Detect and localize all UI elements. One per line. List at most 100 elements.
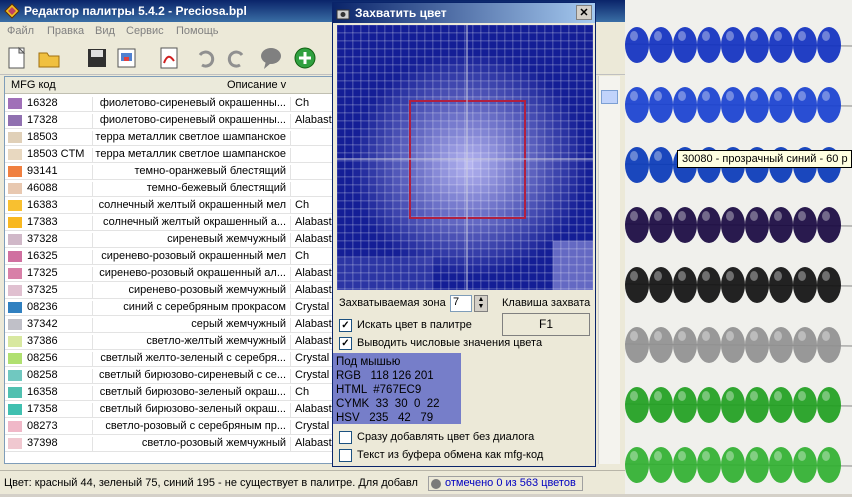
undo-icon[interactable] [192,45,218,71]
clipboard-mfg-checkbox[interactable] [339,449,352,462]
bead-highlight [726,391,734,401]
bead [673,87,697,123]
table-row[interactable]: 18503 CTM терра металлик светлое шампанск… [5,146,333,163]
bead [625,207,649,243]
type-cell: Crystal [295,301,330,313]
bead [673,267,697,303]
color-swatch [8,132,22,143]
table-row[interactable]: 16325 сиренево-розовый окрашенный мел Ch [5,248,333,265]
numeric-values-label: Выводить числовые значения цвета [357,337,543,349]
table-row[interactable]: 16328 фиолетово-сиреневый окрашенны... Ch [5,95,333,112]
table-row[interactable]: 17328 фиолетово-сиреневый окрашенны... Ala… [5,112,333,129]
table-row[interactable]: 37328 сиреневый жемчужный Alabast [5,231,333,248]
status-text: Цвет: красный 44, зеленый 75, синий 195 … [4,477,418,489]
add-without-dialog-checkbox[interactable] [339,431,352,444]
table-row[interactable]: 37386 светло-желтый жемчужный Alabast [5,333,333,350]
type-cell: Alabast [295,335,332,347]
type-cell: Alabast [295,267,332,279]
type-cell: Crystal [295,420,330,432]
bead-highlight [678,91,686,101]
type-cell [295,165,333,180]
menu-tools[interactable]: Сервис [126,25,164,37]
save-icon[interactable] [84,45,110,71]
bead [745,87,769,123]
type-cell: Alabast [295,437,332,449]
color-swatch [8,285,22,296]
table-row[interactable]: 37342 серый жемчужный Alabast [5,316,333,333]
bead [625,267,649,303]
bead [745,387,769,423]
zone-spinner[interactable]: ▲ ▼ [474,295,488,312]
table-row[interactable]: 08273 светло-розовый с серебряным пр... Cr… [5,418,333,435]
bead [817,387,841,423]
bead [673,327,697,363]
table-row[interactable]: 17325 сиренево-розовый окрашенный ал... Al… [5,265,333,282]
bead [649,87,673,123]
table-row[interactable]: 08256 светлый желто-зеленый с серебря... C… [5,350,333,367]
col-header-desc[interactable]: Описание v [227,79,286,91]
table-row[interactable]: 16358 светлый бирюзово-зеленый окраш... Ch [5,384,333,401]
table-row[interactable]: 37398 светло-розовый жемчужный Alabast [5,435,333,452]
zone-input[interactable]: 7 [450,295,472,312]
bead [745,447,769,483]
bead [793,447,817,483]
color-swatch [8,234,22,245]
add-color-icon[interactable] [292,45,318,71]
bead [817,207,841,243]
bead [625,27,649,63]
bead-highlight [726,91,734,101]
search-palette-checkbox[interactable]: ✓ [339,319,352,332]
bead [673,447,697,483]
type-cell: Alabast [295,403,332,415]
camera-icon [336,6,350,23]
description-cell: сиренево-розовый окрашенный ал... [93,267,291,282]
bead [697,87,721,123]
clipboard-mfg-label: Текст из буфера обмена как mfg-код [357,449,544,461]
bead [769,87,793,123]
color-swatch [8,115,22,126]
description-cell: сиренево-розовый окрашенный мел [93,250,291,265]
table-row[interactable]: 16383 солнечный желтый окрашенный мел Ch [5,197,333,214]
selection-count-text: отмечено 0 из 563 цветов [445,477,576,489]
table-row[interactable]: 08258 светлый бирюзово-сиреневый с се... C… [5,367,333,384]
mfg-code-cell: 17358 [27,403,93,418]
mfg-code-cell: 37342 [27,318,93,333]
status-indicator-icon [431,479,441,489]
bead [721,447,745,483]
menu-file[interactable]: Файл [7,25,34,37]
table-row[interactable]: 18503 терра металлик светлое шампанское [5,129,333,146]
numeric-values-checkbox[interactable]: ✓ [339,337,352,350]
redo-icon[interactable] [224,45,250,71]
bead-highlight [822,31,830,41]
close-icon[interactable]: ✕ [576,5,592,20]
type-cell: Alabast [295,233,332,245]
open-folder-icon[interactable] [36,45,62,71]
vertical-scrollbar[interactable] [598,76,620,464]
table-row[interactable]: 93141 темно-оранжевый блестящий [5,163,333,180]
hotkey-button[interactable]: F1 [502,313,590,336]
scrollbar-thumb[interactable] [601,90,618,104]
pdf-export-icon[interactable] [156,45,182,71]
type-cell: Ch [295,199,310,211]
color-swatch [8,438,22,449]
table-row[interactable]: 08236 синий с серебряным прокрасом Crystal [5,299,333,316]
mfg-code-cell: 16358 [27,386,93,401]
new-file-icon[interactable] [4,45,30,71]
menu-edit[interactable]: Правка [47,25,84,37]
menu-help[interactable]: Помощь [176,25,219,37]
table-row[interactable]: 17383 солнечный желтый окрашенный а... Ala… [5,214,333,231]
table-row[interactable]: 46088 темно-бежевый блестящий [5,180,333,197]
description-cell: светлый бирюзово-зеленый окраш... [93,403,291,418]
comment-icon[interactable] [258,45,284,71]
menu-view[interactable]: Вид [95,25,115,37]
bead [793,87,817,123]
dialog-title: Захватить цвет [355,6,447,20]
col-header-code[interactable]: MFG код [11,79,56,91]
bead-highlight [702,211,710,221]
table-row[interactable]: 17358 светлый бирюзово-зеленый окраш... Al… [5,401,333,418]
export-image-icon[interactable] [114,45,140,71]
description-cell: сиренево-розовый жемчужный [93,284,291,299]
bead [697,387,721,423]
color-swatch [8,353,22,364]
table-row[interactable]: 37325 сиренево-розовый жемчужный Alabast [5,282,333,299]
